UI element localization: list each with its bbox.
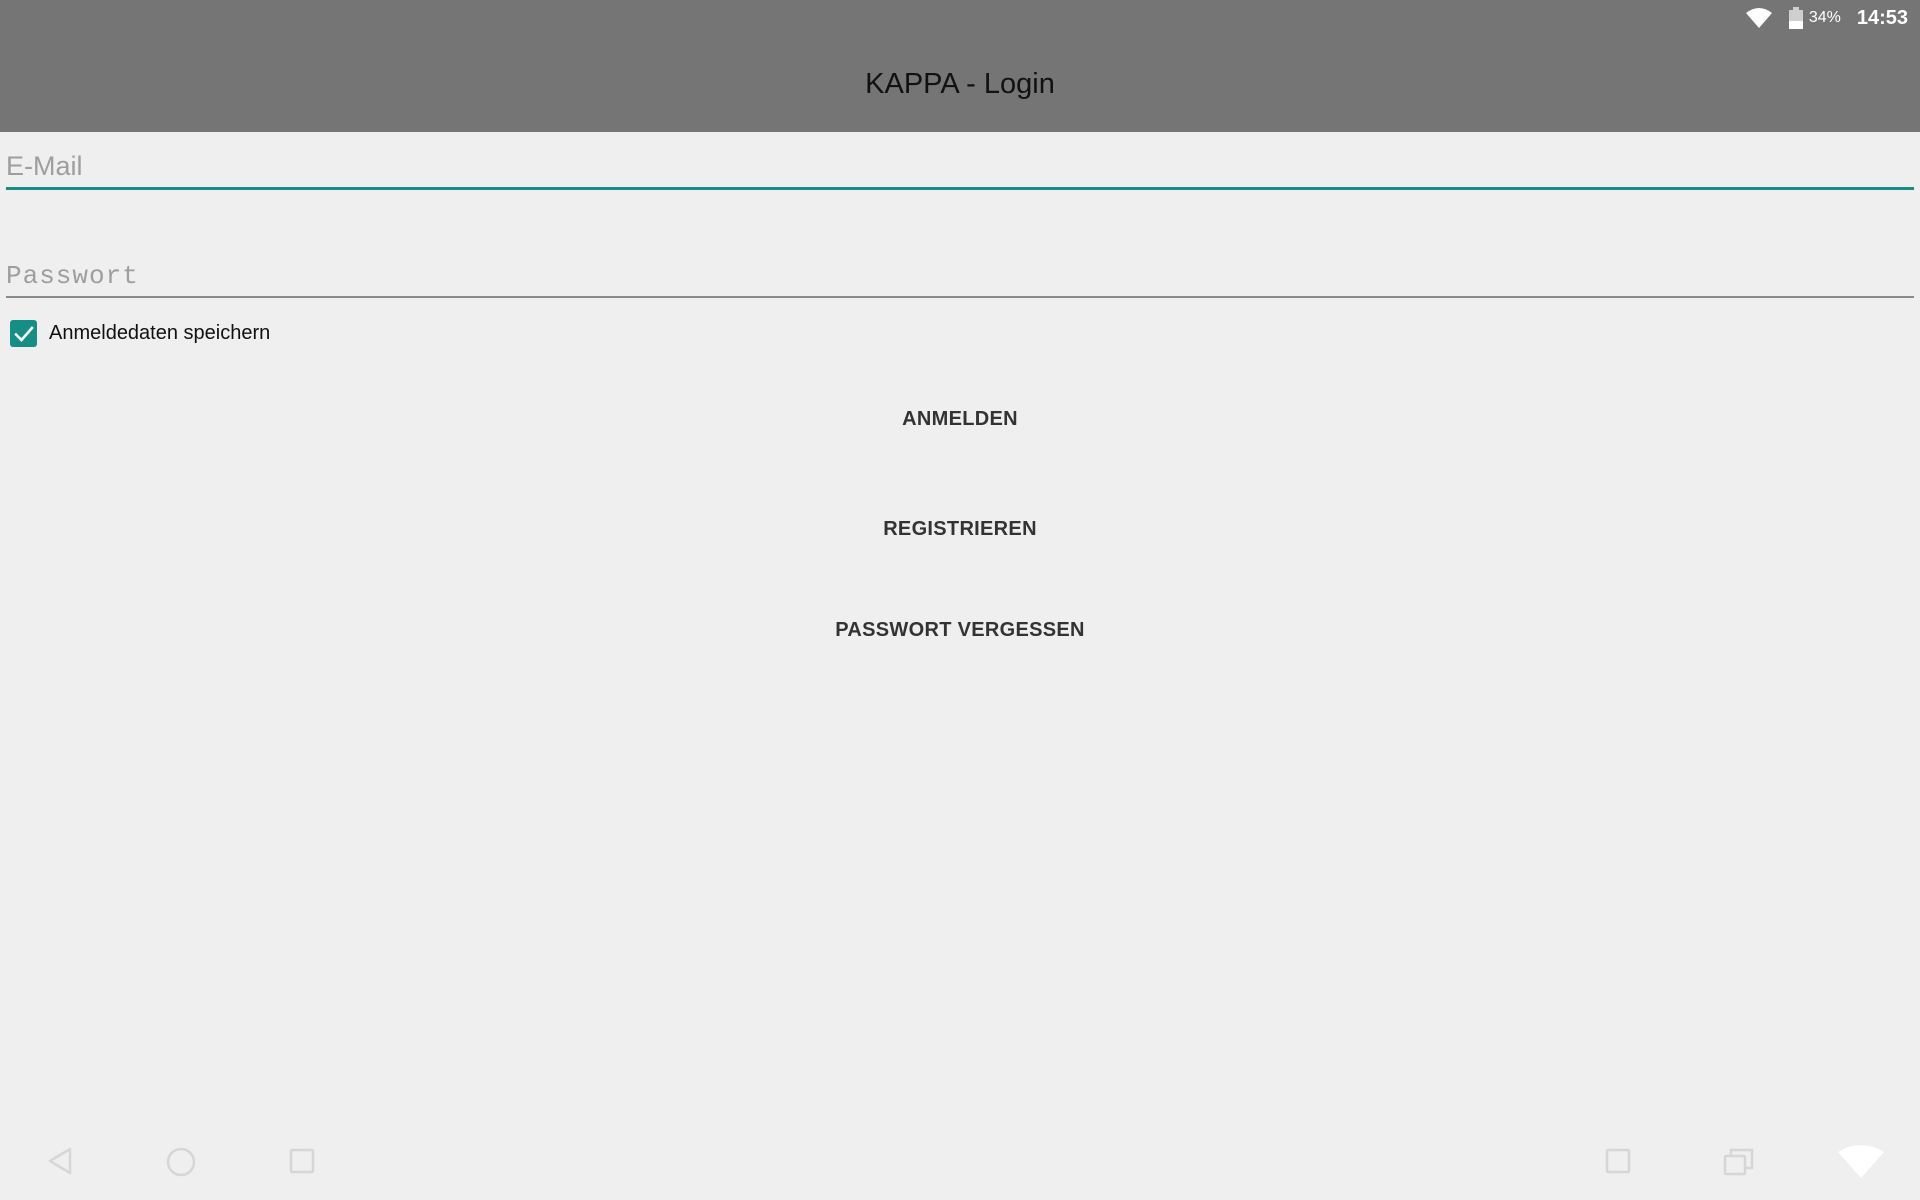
checkmark-icon bbox=[13, 325, 34, 342]
page-title: KAPPA - Login bbox=[865, 68, 1055, 100]
remember-credentials-label: Anmeldedaten speichern bbox=[49, 322, 271, 344]
battery-icon bbox=[1788, 7, 1803, 29]
register-button[interactable]: REGISTRIEREN bbox=[760, 499, 1160, 559]
multiwindow-icon[interactable] bbox=[1722, 1146, 1756, 1178]
email-field-container bbox=[6, 146, 1914, 190]
wifi-hotspot-icon[interactable] bbox=[1836, 1144, 1886, 1180]
screenshot-icon[interactable] bbox=[1604, 1146, 1632, 1176]
forgot-password-button[interactable]: PASSWORT VERGESSEN bbox=[760, 600, 1160, 660]
login-button[interactable]: ANMELDEN bbox=[760, 389, 1160, 449]
recents-icon[interactable] bbox=[288, 1146, 316, 1176]
remember-credentials-checkbox[interactable]: Anmeldedaten speichern bbox=[10, 320, 270, 347]
email-field[interactable] bbox=[6, 146, 1914, 186]
home-icon[interactable] bbox=[165, 1146, 197, 1178]
back-icon[interactable] bbox=[46, 1146, 74, 1176]
status-bar: 34% 14:53 bbox=[1745, 6, 1908, 30]
checkbox-checked[interactable] bbox=[10, 320, 37, 347]
email-field-underline bbox=[6, 187, 1914, 190]
app-bar: 34% 14:53 KAPPA - Login bbox=[0, 0, 1920, 132]
status-clock: 14:53 bbox=[1856, 6, 1908, 29]
password-field-container bbox=[6, 256, 1914, 298]
battery-percent: 34% bbox=[1808, 9, 1841, 26]
navigation-bar bbox=[0, 1124, 1920, 1200]
wifi-icon bbox=[1745, 8, 1772, 28]
password-field[interactable] bbox=[6, 256, 1914, 296]
password-field-underline bbox=[6, 296, 1914, 298]
